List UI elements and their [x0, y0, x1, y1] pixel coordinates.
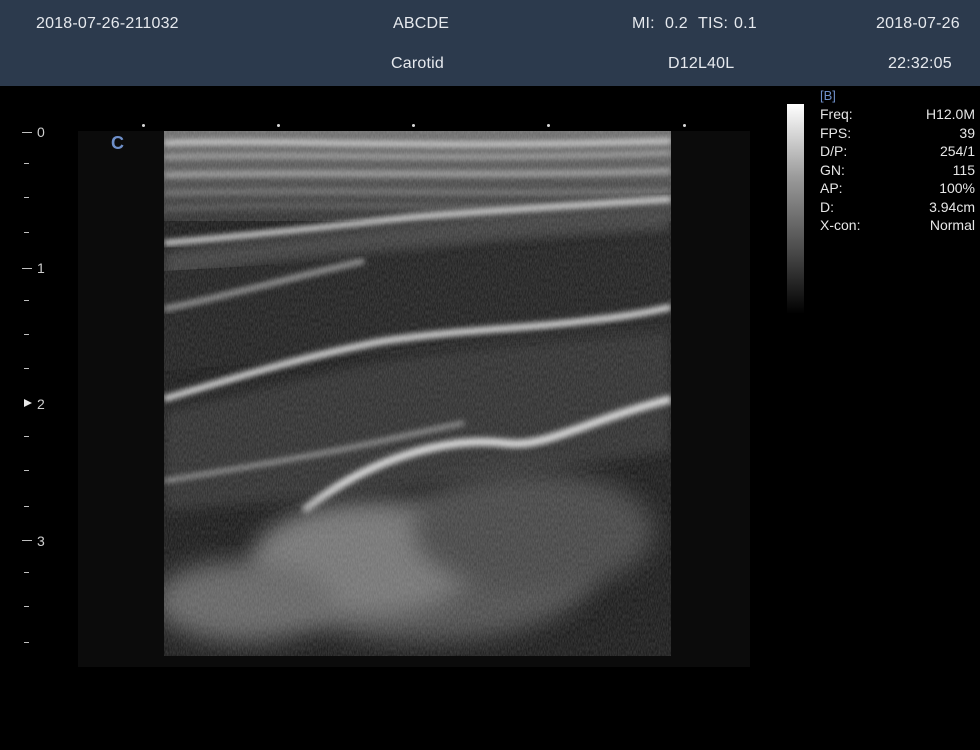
probe-position-marker — [142, 124, 145, 127]
grayscale-bar — [787, 104, 804, 314]
param-value: 39 — [959, 124, 975, 141]
exam-id: 2018-07-26-211032 — [36, 15, 179, 32]
depth-tick — [22, 540, 32, 541]
param-row-freq: Freq: H12.0M — [820, 105, 975, 124]
depth-label-3: 3 — [37, 533, 45, 549]
focus-marker-icon[interactable] — [24, 399, 32, 407]
depth-tick — [24, 300, 29, 301]
mi-value: 0.2 — [665, 15, 688, 32]
depth-tick — [24, 368, 29, 369]
depth-tick — [24, 506, 29, 507]
param-row-gn: GN: 115 — [820, 161, 975, 180]
depth-tick — [24, 197, 29, 198]
ultrasound-viewport[interactable]: 0 1 2 3 C [B] Freq: H12.0M FPS: 39 D/P: … — [0, 86, 980, 750]
probe-position-marker — [277, 124, 280, 127]
param-label: D: — [820, 198, 834, 215]
depth-tick — [22, 268, 32, 269]
param-row-dp: D/P: 254/1 — [820, 142, 975, 161]
probe-name: D12L40L — [668, 55, 735, 72]
depth-tick — [24, 572, 29, 573]
param-label: FPS: — [820, 124, 852, 141]
probe-position-marker — [683, 124, 686, 127]
depth-tick — [24, 642, 29, 643]
depth-tick — [24, 470, 29, 471]
exam-time: 22:32:05 — [888, 55, 952, 72]
depth-tick — [24, 163, 29, 164]
param-value: 254/1 — [939, 143, 975, 159]
exam-date: 2018-07-26 — [876, 15, 960, 32]
depth-scale: 0 1 2 3 — [22, 86, 62, 750]
tis-label: TIS: — [698, 15, 729, 32]
depth-label-2: 2 — [37, 396, 45, 412]
param-value: 100% — [939, 180, 975, 196]
depth-tick — [24, 606, 29, 607]
param-row-fps: FPS: 39 — [820, 124, 975, 143]
param-value: 115 — [952, 161, 975, 178]
probe-position-marker — [412, 124, 415, 127]
probe-position-marker — [547, 124, 550, 127]
mi-label: MI: — [632, 15, 655, 32]
depth-tick — [24, 232, 29, 233]
depth-tick — [24, 436, 29, 437]
depth-tick — [22, 132, 32, 133]
preset-name: Carotid — [391, 55, 444, 72]
param-label: D/P: — [820, 143, 848, 159]
param-label: GN: — [820, 161, 845, 178]
depth-tick — [24, 334, 29, 335]
param-row-xcon: X-con: Normal — [820, 216, 975, 235]
orientation-marker: C — [111, 133, 124, 153]
param-row-depth: D: 3.94cm — [820, 198, 975, 217]
mode-label: [B] — [820, 88, 836, 103]
param-row-ap: AP: 100% — [820, 179, 975, 198]
param-value: Normal — [929, 217, 975, 233]
depth-label-0: 0 — [37, 124, 45, 140]
param-label: X-con: — [820, 217, 861, 233]
patient-name: ABCDE — [393, 15, 450, 32]
param-label: Freq: — [820, 106, 853, 122]
tis-value: 0.1 — [734, 15, 757, 32]
ultrasound-image[interactable] — [164, 131, 671, 656]
parameter-panel: [B] Freq: H12.0M FPS: 39 D/P: 254/1 GN: … — [820, 88, 975, 235]
depth-label-1: 1 — [37, 260, 45, 276]
param-label: AP: — [820, 180, 843, 196]
param-value: 3.94cm — [929, 198, 975, 215]
param-value: H12.0M — [925, 106, 975, 122]
info-header: 2018-07-26-211032 ABCDE MI: 0.2 TIS: 0.1… — [0, 0, 980, 86]
